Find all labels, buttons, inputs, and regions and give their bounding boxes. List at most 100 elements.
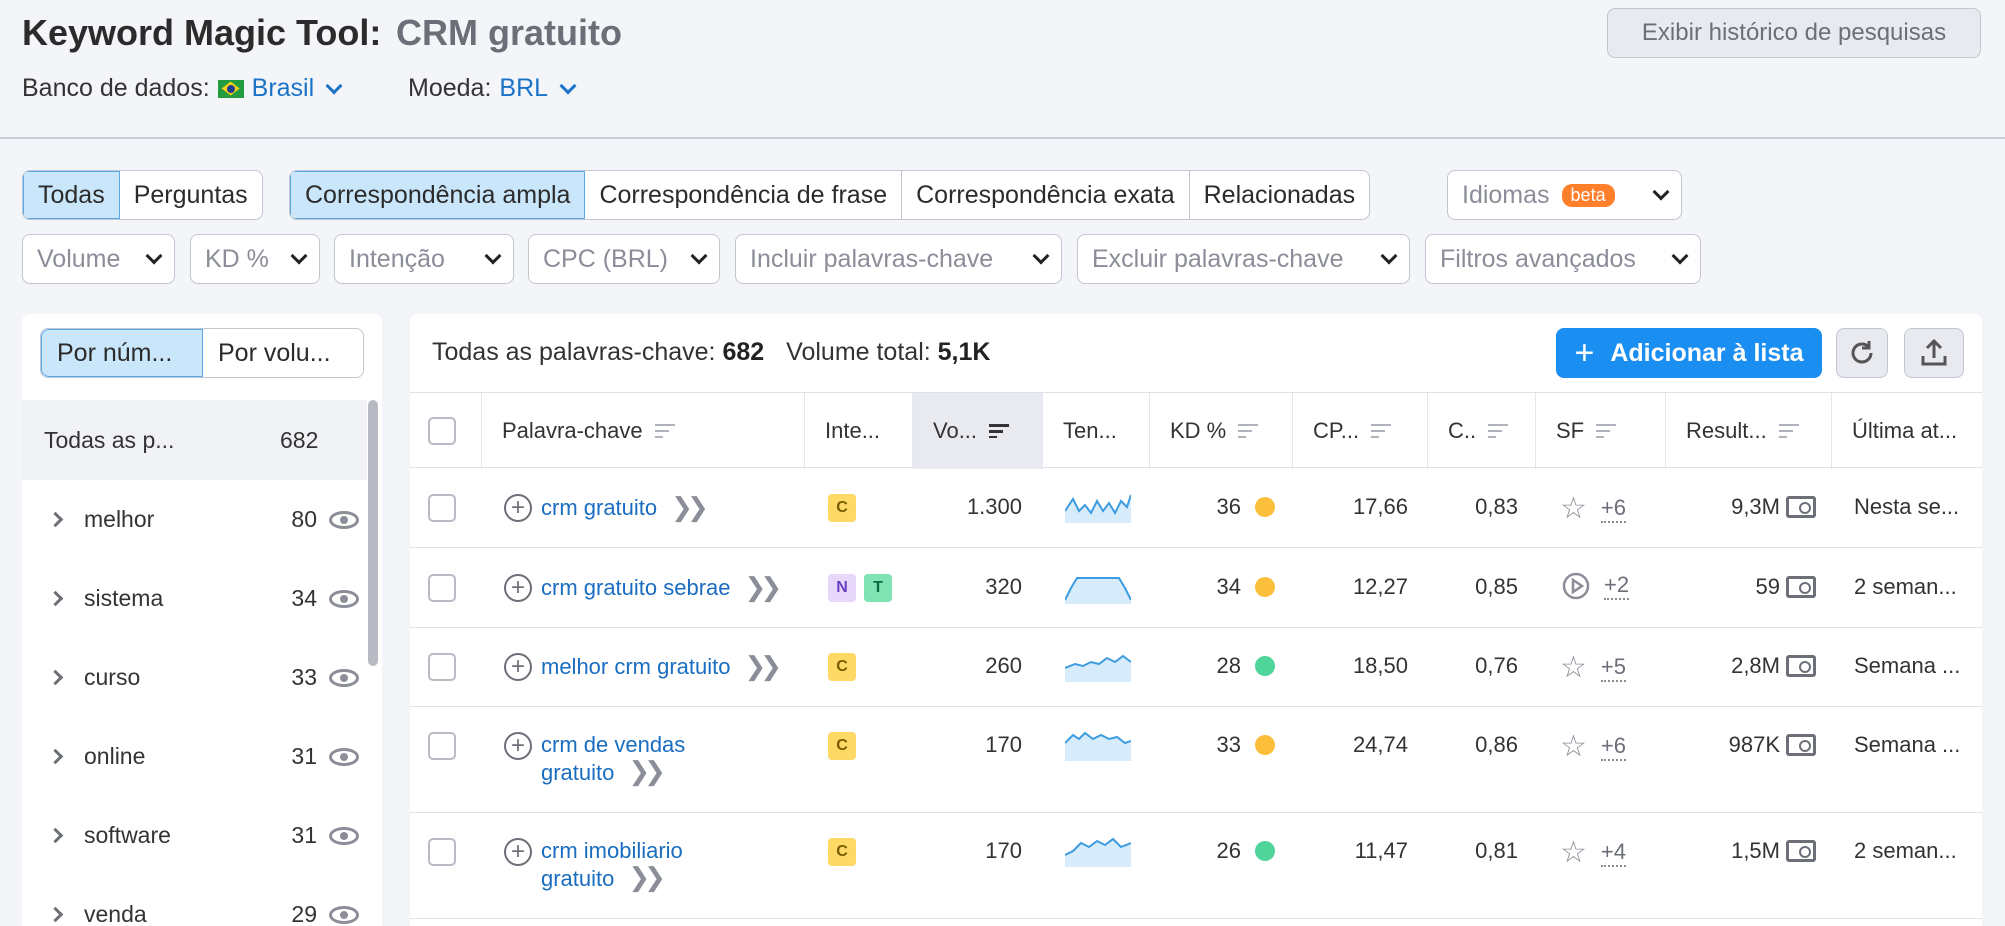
row-checkbox[interactable]: [428, 838, 456, 866]
add-keyword-icon[interactable]: +: [504, 732, 532, 760]
group-item[interactable]: melhor 80: [22, 480, 367, 559]
chevron-right-icon[interactable]: [47, 511, 64, 528]
serp-preview-icon[interactable]: [1786, 576, 1816, 598]
currency-selector[interactable]: Moeda: BRL: [408, 74, 577, 103]
row-checkbox[interactable]: [428, 494, 456, 522]
double-chevron-icon[interactable]: ❯❯: [628, 864, 665, 891]
double-chevron-icon[interactable]: ❯❯: [745, 653, 782, 680]
add-keyword-icon[interactable]: +: [504, 574, 532, 602]
eye-icon[interactable]: [329, 668, 359, 687]
keyword-link[interactable]: crm gratuito sebrae ❯❯: [541, 574, 782, 601]
eye-icon[interactable]: [329, 905, 359, 924]
add-keyword-icon[interactable]: +: [504, 838, 532, 866]
tab-phrase-match[interactable]: Correspondência de frase: [585, 171, 903, 219]
add-keyword-icon[interactable]: +: [504, 494, 532, 522]
keyword-link[interactable]: crm de vendas gratuito ❯❯: [541, 731, 685, 786]
cpc-filter[interactable]: CPC (BRL): [528, 234, 720, 284]
results-value: 59: [1755, 574, 1780, 599]
include-keywords-filter[interactable]: Incluir palavras-chave: [735, 234, 1062, 284]
refresh-button[interactable]: [1836, 328, 1888, 378]
tab-related[interactable]: Relacionadas: [1190, 171, 1369, 219]
tab-perguntas[interactable]: Perguntas: [120, 171, 262, 219]
all-keywords-group-count: 682: [280, 426, 319, 453]
keyword-link[interactable]: crm gratuito ❯❯: [541, 494, 709, 521]
last-update-value: Nesta se...: [1854, 494, 1960, 519]
groups-scrollbar[interactable]: [368, 400, 378, 666]
chevron-right-icon[interactable]: [47, 590, 64, 607]
double-chevron-icon[interactable]: ❯❯: [628, 758, 665, 785]
serp-preview-icon[interactable]: [1786, 496, 1816, 518]
intent-badge: C: [828, 653, 856, 681]
languages-dropdown[interactable]: Idiomas beta: [1447, 170, 1682, 220]
column-trend-label: Ten...: [1063, 418, 1117, 443]
column-last-update[interactable]: Última at...: [1831, 393, 1982, 469]
double-chevron-icon[interactable]: ❯❯: [745, 574, 782, 601]
column-serp-features[interactable]: SF: [1535, 393, 1665, 469]
group-item[interactable]: online 31: [22, 717, 367, 796]
exclude-keywords-filter[interactable]: Excluir palavras-chave: [1077, 234, 1410, 284]
intent-badges: C: [828, 838, 856, 866]
advanced-filters[interactable]: Filtros avançados: [1425, 234, 1701, 284]
trend-sparkline: [1065, 837, 1131, 867]
eye-icon[interactable]: [329, 510, 359, 529]
group-item[interactable]: sistema 34: [22, 559, 367, 638]
group-item[interactable]: curso 33: [22, 638, 367, 717]
add-keyword-icon[interactable]: +: [504, 653, 532, 681]
intent-filter[interactable]: Intenção: [334, 234, 514, 284]
serp-preview-icon[interactable]: [1786, 840, 1816, 862]
chevron-right-icon[interactable]: [47, 748, 64, 765]
tab-broad-match[interactable]: Correspondência ampla: [290, 171, 586, 219]
keyword-link[interactable]: melhor crm gratuito ❯❯: [541, 653, 782, 680]
kd-filter[interactable]: KD %: [190, 234, 320, 284]
all-keywords-group[interactable]: Todas as p... 682: [22, 400, 367, 480]
chevron-right-icon[interactable]: [47, 669, 64, 686]
intent-badge: C: [828, 494, 856, 522]
question-type-tabs: Todas Perguntas: [22, 170, 263, 220]
row-checkbox[interactable]: [428, 653, 456, 681]
add-to-list-button[interactable]: + Adicionar à lista: [1556, 328, 1822, 378]
intent-badge: N: [828, 574, 856, 602]
eye-icon[interactable]: [329, 826, 359, 845]
group-item[interactable]: software 31: [22, 796, 367, 875]
serp-more-link[interactable]: +5: [1600, 654, 1626, 682]
serp-preview-icon[interactable]: [1786, 734, 1816, 756]
refresh-icon: [1851, 341, 1873, 364]
double-chevron-icon[interactable]: ❯❯: [671, 494, 708, 521]
group-item[interactable]: venda 29: [22, 875, 367, 926]
database-selector[interactable]: Banco de dados: Brasil: [22, 74, 343, 103]
eye-icon[interactable]: [329, 589, 359, 608]
keyword-link[interactable]: crm imobiliario gratuito ❯❯: [541, 837, 683, 892]
tab-exact-match[interactable]: Correspondência exata: [902, 171, 1190, 219]
column-keyword[interactable]: Palavra-chave: [481, 393, 733, 469]
serp-more-link[interactable]: +2: [1604, 572, 1630, 600]
intent-badge: T: [864, 574, 892, 602]
volume-filter[interactable]: Volume: [22, 234, 175, 284]
currency-value[interactable]: BRL: [499, 74, 548, 103]
column-competition[interactable]: C..: [1427, 393, 1535, 469]
column-cpc[interactable]: CP...: [1292, 393, 1427, 469]
database-label: Banco de dados:: [22, 74, 210, 102]
export-button[interactable]: [1904, 328, 1964, 378]
column-volume[interactable]: Vo...: [912, 393, 1042, 469]
chevron-right-icon[interactable]: [47, 906, 64, 923]
serp-preview-icon[interactable]: [1786, 655, 1816, 677]
sort-by-number-button[interactable]: Por núm...: [41, 329, 203, 377]
competition-value: 0,86: [1475, 732, 1518, 757]
select-all-checkbox[interactable]: [428, 417, 456, 445]
column-results[interactable]: Result...: [1665, 393, 1831, 469]
serp-more-link[interactable]: +6: [1600, 733, 1626, 761]
tab-todas[interactable]: Todas: [23, 171, 120, 219]
column-trend[interactable]: Ten...: [1042, 393, 1149, 469]
row-checkbox[interactable]: [428, 574, 456, 602]
serp-more-link[interactable]: +4: [1600, 839, 1626, 867]
serp-more-link[interactable]: +6: [1600, 495, 1626, 523]
search-history-button[interactable]: Exibir histórico de pesquisas: [1607, 8, 1981, 58]
eye-icon[interactable]: [329, 747, 359, 766]
database-value[interactable]: Brasil: [252, 74, 315, 103]
sort-by-volume-button[interactable]: Por volu...: [203, 329, 363, 377]
row-checkbox[interactable]: [428, 732, 456, 760]
column-kd[interactable]: KD %: [1149, 393, 1292, 469]
sort-icon: [654, 424, 675, 438]
chevron-right-icon[interactable]: [47, 827, 64, 844]
column-intent[interactable]: Inte...: [804, 393, 912, 469]
